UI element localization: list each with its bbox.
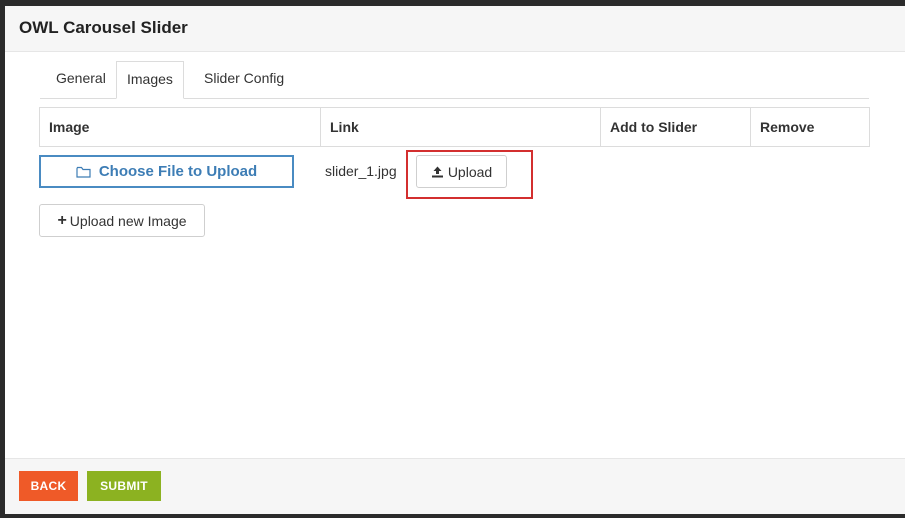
folder-icon — [76, 166, 91, 178]
plus-icon: + — [57, 211, 67, 229]
column-header-image: Image — [40, 108, 321, 146]
submit-button[interactable]: SUBMIT — [87, 471, 161, 501]
upload-label: Upload — [447, 163, 493, 180]
upload-button[interactable]: Upload — [416, 155, 507, 188]
choose-file-label: Choose File to Upload — [98, 163, 258, 180]
tab-images[interactable]: Images — [116, 61, 184, 99]
tab-slider-config[interactable]: Slider Config — [194, 61, 294, 97]
modal-window: OWL Carousel Slider General Images Slide… — [5, 6, 905, 514]
upload-new-image-label: Upload new Image — [69, 212, 187, 229]
column-header-remove: Remove — [760, 119, 815, 135]
back-button[interactable]: BACK — [19, 471, 78, 501]
column-header-link: Link — [321, 108, 601, 146]
modal-header: OWL Carousel Slider — [5, 6, 905, 52]
modal-footer: BACK SUBMIT — [5, 458, 905, 514]
tab-bar: General Images Slider Config — [40, 61, 869, 99]
upload-new-image-button[interactable]: + Upload new Image — [39, 204, 205, 237]
upload-icon — [431, 166, 444, 178]
choose-file-button[interactable]: Choose File to Upload — [39, 155, 294, 188]
images-table-header: Image Link Add to Slider Remove — [39, 107, 870, 147]
tab-general[interactable]: General — [46, 61, 116, 97]
column-header-add-to-slider: Add to Slider — [601, 108, 751, 146]
file-name-text: slider_1.jpg — [325, 163, 397, 179]
modal-title: OWL Carousel Slider — [19, 18, 188, 37]
